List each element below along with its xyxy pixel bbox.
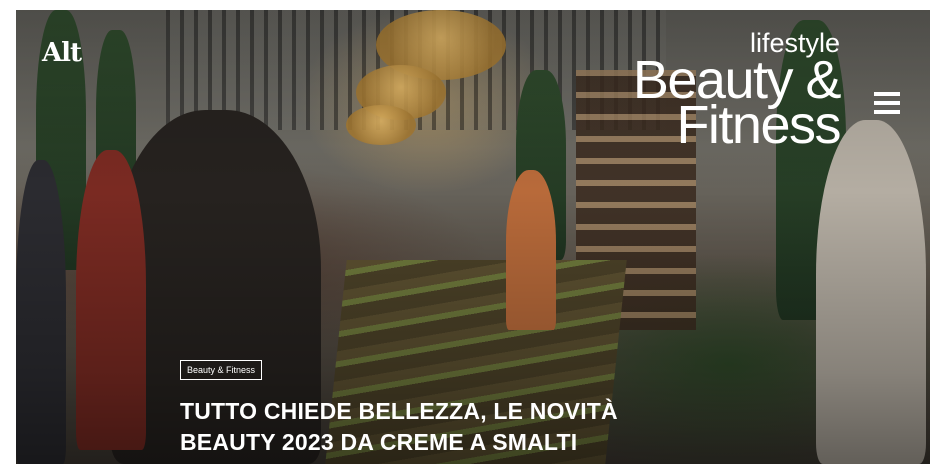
logo-text: Alt bbox=[42, 38, 82, 68]
section-title[interactable]: lifestyle Beauty & Fitness bbox=[633, 28, 842, 152]
menu-bar bbox=[874, 92, 900, 96]
category-badge[interactable]: Beauty & Fitness bbox=[180, 360, 263, 380]
menu-bar bbox=[874, 101, 900, 105]
headline-line2: BEAUTY 2023 DA CREME A SMALTI bbox=[180, 429, 578, 455]
article-headline[interactable]: TUTTO CHIEDE BELLEZZA, LE NOVITÀ BEAUTY … bbox=[180, 396, 740, 458]
hamburger-menu-icon[interactable] bbox=[874, 92, 900, 114]
menu-bar bbox=[874, 110, 900, 114]
headline-line1: TUTTO CHIEDE BELLEZZA, LE NOVITÀ bbox=[180, 398, 618, 424]
page: Alt lifestyle Beauty & Fitness Beauty & … bbox=[0, 0, 930, 464]
site-logo[interactable]: Alt bbox=[42, 38, 82, 68]
